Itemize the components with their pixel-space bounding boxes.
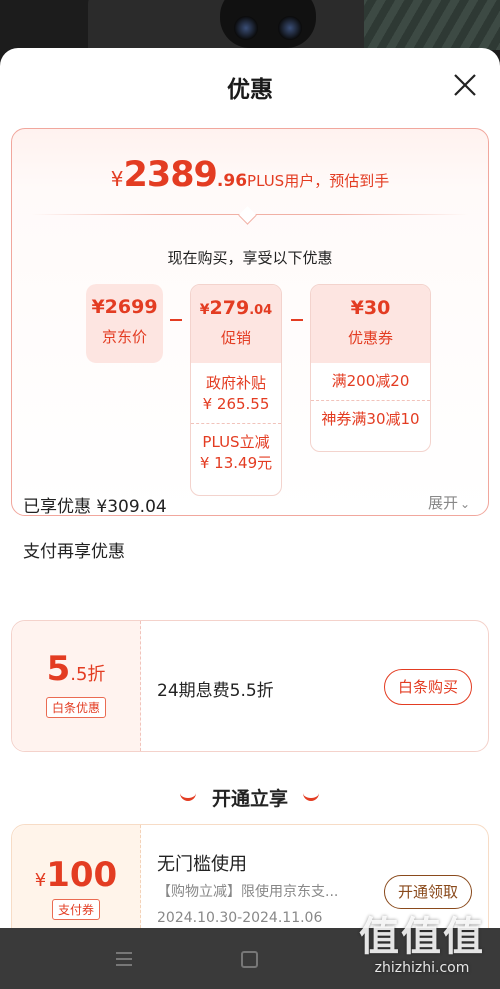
base-price-box: ¥2699 京东价 bbox=[86, 284, 163, 363]
price-decimal: .96 bbox=[216, 171, 248, 191]
coupon-value: ¥30 bbox=[350, 297, 391, 319]
baitiao-buy-button[interactable]: 白条购买 bbox=[384, 669, 472, 705]
watermark-logo: 值值值 zhizhizhi.com bbox=[348, 904, 496, 976]
payment-section-title: 支付再享优惠 bbox=[23, 542, 125, 562]
coupon-amount: 100 bbox=[46, 855, 118, 895]
discount-decimal: .5折 bbox=[70, 664, 106, 685]
estimated-price: ¥2389.96PLUS用户，预估到手 bbox=[12, 155, 488, 195]
promo-item: 政府补贴 ¥ 265.55 bbox=[191, 363, 281, 423]
discount-integer: 5 bbox=[46, 649, 71, 689]
camera-lens bbox=[234, 16, 258, 40]
price-currency: ¥ bbox=[110, 167, 124, 191]
discount-sheet: 优惠 ¥2389.96PLUS用户，预估到手 现在购买，享受以下优惠 ¥2699… bbox=[0, 48, 500, 928]
coupon-box: ¥30 优惠券 满200减20 神券满30减10 bbox=[310, 284, 431, 452]
base-price-value: ¥2699 bbox=[91, 296, 158, 318]
close-icon[interactable] bbox=[452, 72, 478, 98]
promo-item-amount: ¥ 265.55 bbox=[202, 395, 270, 413]
price-note: PLUS用户，预估到手 bbox=[247, 172, 390, 190]
saved-amount: 已享优惠 ¥309.04 bbox=[23, 497, 167, 517]
coupon-amount-panel: ¥100 支付券 bbox=[12, 825, 141, 928]
promo-value: 279 bbox=[209, 297, 250, 319]
coupon-item: 神券满30减10 bbox=[311, 400, 430, 438]
baitiao-discount-panel: 5.5折 白条优惠 bbox=[12, 621, 141, 751]
promo-currency: ¥ bbox=[199, 302, 210, 318]
sheet-title: 优惠 bbox=[227, 77, 273, 103]
price-integer: 2389 bbox=[123, 155, 218, 195]
promotion-box: ¥279.04 促销 政府补贴 ¥ 265.55 PLUS立减 ¥ 13.49元 bbox=[190, 284, 282, 496]
baitiao-desc: 24期息费5.5折 bbox=[157, 681, 274, 701]
camera-module bbox=[220, 0, 316, 48]
promo-item-amount: ¥ 13.49元 bbox=[199, 454, 273, 472]
watermark-big: 值值值 bbox=[359, 914, 485, 960]
watermark-small: zhizhizhi.com bbox=[374, 960, 470, 976]
breakdown-subtitle: 现在购买，享受以下优惠 bbox=[167, 249, 333, 267]
coupon-heading: 无门槛使用 bbox=[157, 854, 247, 875]
minus-sign bbox=[170, 319, 182, 321]
camera-lens bbox=[278, 16, 302, 40]
price-calculation-panel: ¥2389.96PLUS用户，预估到手 现在购买，享受以下优惠 ¥2699 京东… bbox=[11, 128, 489, 516]
coupon-dates: 2024.10.30-2024.11.06 bbox=[157, 910, 323, 926]
chevron-down-icon: ⌄ bbox=[460, 497, 471, 511]
open-section-title: 开通立享 bbox=[211, 788, 288, 810]
coupon-type-tag: 支付券 bbox=[51, 899, 100, 920]
coupon-item: 满200减20 bbox=[331, 372, 410, 390]
promo-item-name: 政府补贴 bbox=[205, 374, 266, 392]
phone-back-texture bbox=[364, 0, 500, 50]
baitiao-offer-card[interactable]: 5.5折 白条优惠 24期息费5.5折 白条购买 bbox=[11, 620, 489, 752]
home-icon[interactable] bbox=[241, 951, 258, 968]
coupon-desc: 【购物立减】限使用京东支... bbox=[157, 884, 339, 900]
coupon-label: 优惠券 bbox=[347, 329, 393, 347]
coupon-currency: ¥ bbox=[34, 870, 47, 891]
expand-button[interactable]: 展开 ⌄ bbox=[428, 492, 470, 513]
promo-decimal: .04 bbox=[249, 303, 273, 318]
promo-item-name: PLUS立减 bbox=[202, 433, 270, 451]
divider-pointer bbox=[238, 206, 257, 225]
baitiao-tag: 白条优惠 bbox=[45, 697, 106, 718]
base-price-label: 京东价 bbox=[101, 328, 147, 346]
promo-item: PLUS立减 ¥ 13.49元 bbox=[191, 423, 281, 482]
promo-label: 促销 bbox=[220, 329, 251, 347]
minus-sign bbox=[291, 319, 303, 321]
menu-icon[interactable] bbox=[116, 952, 132, 966]
expand-label: 展开 bbox=[428, 494, 459, 512]
